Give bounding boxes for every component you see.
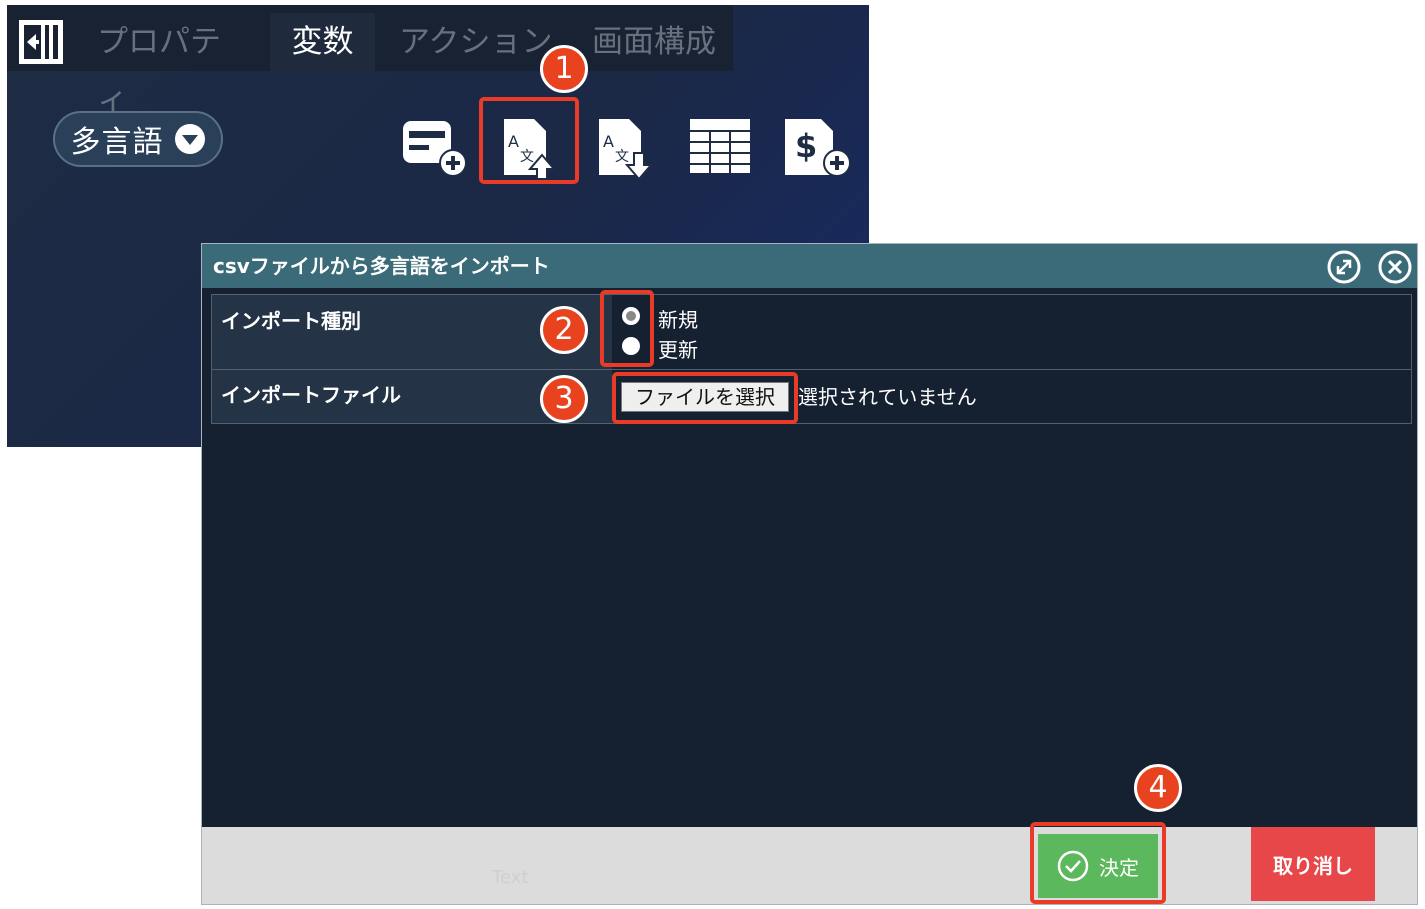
collapse-panel-icon[interactable] [17,18,65,66]
import-type-options: 新規 更新 [612,295,1411,369]
import-file-label: インポートファイル [221,383,401,407]
radio-update-label: 更新 [658,338,698,362]
svg-text:$: $ [795,127,817,165]
import-type-row: インポート種別 新規 更新 [212,295,1411,370]
svg-text:A: A [603,132,614,151]
tab-bar: プロパティ 変数 アクション 画面構成 [7,5,733,118]
export-language-icon[interactable]: A 文 [591,113,661,183]
radio-new-label: 新規 [658,308,698,332]
import-form: インポート種別 新規 更新 インポートファイル ファイルを選択 選択されていませ… [211,294,1412,424]
dialog-footer: Text 決定 取り消し [202,827,1417,904]
table-icon[interactable] [687,113,757,183]
chevron-down-icon [174,124,205,154]
dialog-title: csvファイルから多言語をインポート [213,254,550,278]
file-status: 選択されていません [798,385,977,409]
language-dropdown-label: 多言語 [70,125,164,160]
tab-properties[interactable]: プロパティ [97,13,247,118]
tab-actions[interactable]: アクション [399,13,559,71]
step-marker-3: 3 [540,375,588,423]
language-dropdown[interactable]: 多言語 [53,111,223,167]
highlight-confirm [1030,822,1166,904]
cancel-button[interactable]: 取り消し [1251,827,1375,901]
highlight-import-icon [479,97,579,184]
highlight-radio-group [600,290,654,367]
import-file-row: インポートファイル ファイルを選択 選択されていません [212,370,1411,423]
add-currency-icon[interactable]: $ [781,113,851,183]
import-type-label: インポート種別 [221,309,361,333]
import-dialog: csvファイルから多言語をインポート インポート種別 新規 更新 インポートファ… [201,243,1418,905]
tab-screen-layout[interactable]: 画面構成 [592,13,733,71]
maximize-icon[interactable] [1327,250,1361,284]
svg-text:文: 文 [615,149,629,165]
dialog-title-bar: csvファイルから多言語をインポート [202,244,1417,288]
background-text: Text [492,867,529,888]
step-marker-4: 4 [1134,764,1182,812]
highlight-choose-file [612,372,798,424]
step-marker-1: 1 [540,45,588,93]
add-variable-icon[interactable] [399,113,469,183]
tab-variables[interactable]: 変数 [270,13,375,71]
step-marker-2: 2 [540,306,588,354]
close-icon[interactable] [1378,250,1412,284]
